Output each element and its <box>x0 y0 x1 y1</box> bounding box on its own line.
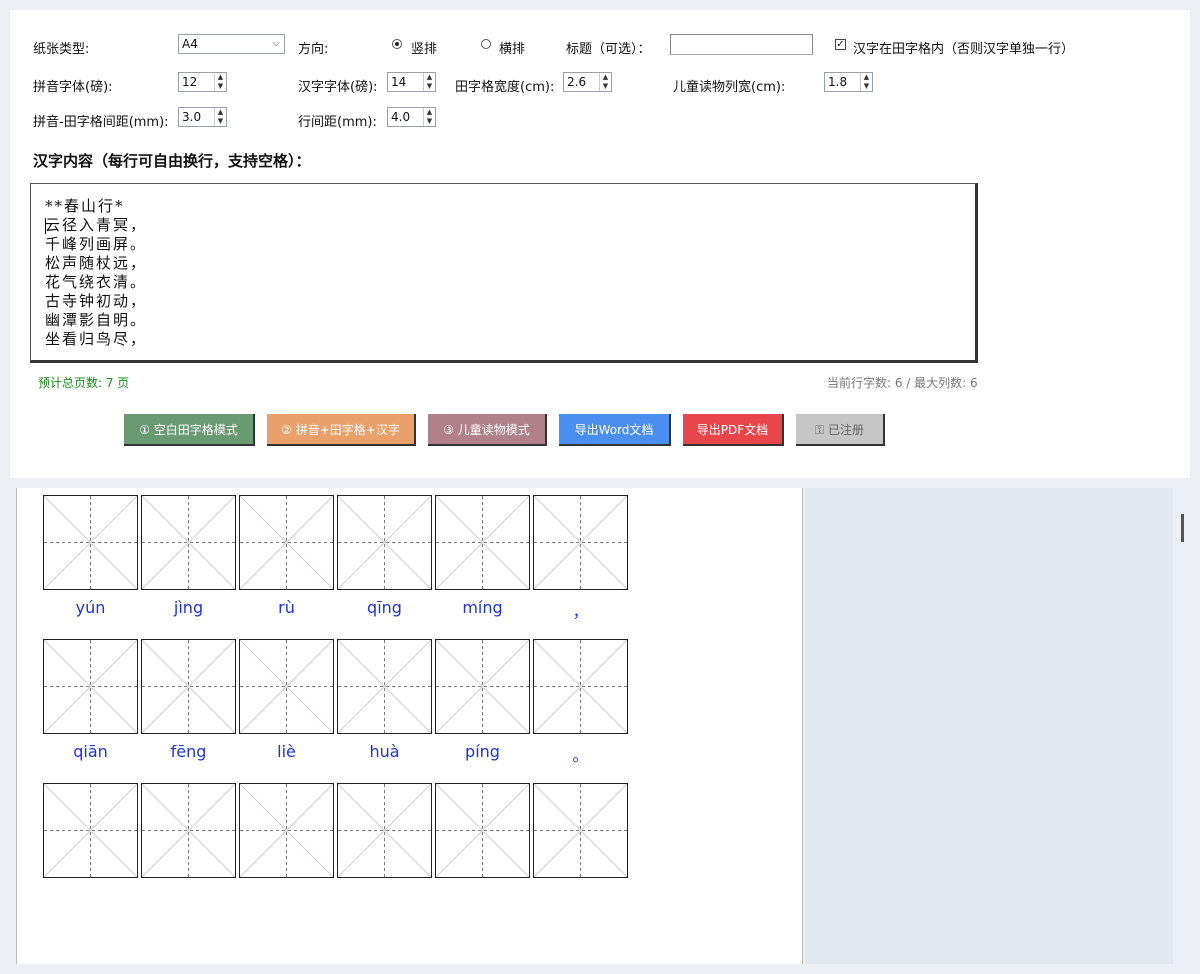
tianzige-cell <box>141 639 236 734</box>
button-label: ③ 儿童读物模式 <box>443 423 530 437</box>
export-pdf-button[interactable]: 导出PDF文档 <box>683 414 784 446</box>
pinyin-label: jìng <box>173 598 204 617</box>
editor-line: 云径入青冥， <box>45 216 148 234</box>
line-spacing-label: 行间距(mm): <box>298 115 377 130</box>
child-col-label: 儿童读物列宽(cm): <box>673 80 786 95</box>
content-textarea[interactable]: **春山行* 云径入青冥， 千峰列画屏。 松声随杖远， 花气绕衣清。 古寺钟初动， 幽潭影自… <box>30 183 978 363</box>
editor-line: 千峰列画屏。 <box>45 235 148 253</box>
editor-line: 坐看归鸟尽， <box>45 330 148 348</box>
tianzige-cell <box>533 783 628 878</box>
pinyin-label: qiān <box>73 742 108 761</box>
direction-horizontal-label: 横排 <box>499 42 526 57</box>
tianzige-cell <box>141 783 236 878</box>
editor-line: 花气绕衣清。 <box>45 273 148 291</box>
row-info: 当前行字数: 6 / 最大列数: 6 <box>827 376 978 390</box>
hanzi-font-value: 14 <box>391 75 407 89</box>
children-reader-mode-button[interactable]: ③ 儿童读物模式 <box>428 414 547 446</box>
tianzige-cell <box>533 639 628 734</box>
tianzige-cell <box>337 639 432 734</box>
preview-sidebar <box>805 488 1173 964</box>
spin-arrows-icon[interactable]: ▲ ▼ <box>423 108 435 126</box>
registered-button[interactable]: ⚿ 已注册 <box>796 414 885 446</box>
pinyin-font-value: 12 <box>182 75 198 89</box>
pinyin-grid-mode-button[interactable]: ② 拼音+田字格+汉字 <box>267 414 416 446</box>
pinyin-font-stepper[interactable]: 12 ▲ ▼ <box>178 72 227 92</box>
editor-line: 幽潭影自明。 <box>45 311 148 329</box>
grid-width-value: 2.6 <box>567 75 587 89</box>
tianzige-cell <box>239 783 334 878</box>
button-label: ② 拼音+田字格+汉字 <box>281 423 400 437</box>
title-input[interactable] <box>670 34 813 55</box>
spin-arrows-icon[interactable]: ▲ ▼ <box>214 73 226 91</box>
editor-line: 松声随杖远， <box>45 254 148 272</box>
chevron-down-icon: ⌵ <box>272 38 280 49</box>
line-spacing-stepper[interactable]: 4.0 ▲ ▼ <box>387 107 436 127</box>
spacing-label: 拼音-田字格间距(mm): <box>33 115 169 130</box>
tianzige-cell <box>435 639 530 734</box>
tianzige-cell <box>533 495 628 590</box>
direction-horizontal-radio[interactable] <box>481 39 491 49</box>
button-label: ① 空白田字格模式 <box>139 423 238 437</box>
child-col-stepper[interactable]: 1.8 ▲ ▼ <box>824 72 873 92</box>
tianzige-cell <box>337 495 432 590</box>
pinyin-label: fēng <box>170 742 207 761</box>
tianzige-cell <box>337 783 432 878</box>
button-label: 已注册 <box>827 423 864 437</box>
spin-arrows-icon[interactable]: ▲ ▼ <box>860 73 872 91</box>
pinyin-label: 。 <box>572 746 589 765</box>
title-label: 标题（可选）： <box>566 42 651 57</box>
child-col-value: 1.8 <box>828 75 848 89</box>
page-estimate: 预计总页数: 7 页 <box>38 376 130 390</box>
tianzige-cell <box>435 783 530 878</box>
pinyin-label: ， <box>572 602 589 621</box>
spacing-stepper[interactable]: 3.0 ▲ ▼ <box>178 107 227 127</box>
tianzige-cell <box>435 495 530 590</box>
direction-label: 方向: <box>298 42 329 57</box>
grid-width-stepper[interactable]: 2.6 ▲ ▼ <box>563 72 612 92</box>
tianzige-cell <box>141 495 236 590</box>
export-word-button[interactable]: 导出Word文档 <box>559 414 671 446</box>
spin-arrows-icon[interactable]: ▲ ▼ <box>214 108 226 126</box>
direction-vertical-radio[interactable] <box>392 39 402 49</box>
direction-vertical-label: 竖排 <box>411 42 438 57</box>
pinyin-label: píng <box>465 742 500 761</box>
scrollbar-thumb[interactable] <box>1181 514 1184 542</box>
pinyin-label: huà <box>369 742 400 761</box>
line-spacing-value: 4.0 <box>391 110 411 124</box>
button-label: 导出PDF文档 <box>696 423 769 437</box>
tianzige-cell <box>43 495 138 590</box>
spin-arrows-icon[interactable]: ▲ ▼ <box>423 73 435 91</box>
tianzige-cell <box>239 639 334 734</box>
pinyin-label: qīng <box>367 598 402 617</box>
pinyin-font-label: 拼音字体(磅): <box>33 80 113 95</box>
tianzige-cell <box>43 783 138 878</box>
paper-type-select[interactable]: A4 ⌵ <box>178 34 285 54</box>
tianzige-cell <box>43 639 138 734</box>
content-heading: 汉字内容（每行可自由换行，支持空格）： <box>33 152 311 170</box>
hanzi-font-label: 汉字字体(磅): <box>298 80 378 95</box>
paper-type-value: A4 <box>182 37 198 51</box>
spin-arrows-icon[interactable]: ▲ ▼ <box>599 73 611 91</box>
blank-grid-mode-button[interactable]: ① 空白田字格模式 <box>124 414 255 446</box>
hanzi-font-stepper[interactable]: 14 ▲ ▼ <box>387 72 436 92</box>
pinyin-label: míng <box>462 598 503 617</box>
grid-width-label: 田字格宽度(cm): <box>455 80 555 95</box>
editor-line: **春山行* <box>45 197 125 215</box>
editor-line: 古寺钟初动， <box>45 292 148 310</box>
spacing-value: 3.0 <box>182 110 202 124</box>
key-icon: ⚿ <box>815 423 825 437</box>
paper-type-label: 纸张类型: <box>33 42 90 57</box>
pinyin-label: rù <box>278 598 295 617</box>
hanzi-in-grid-checkbox[interactable]: ✓ <box>835 39 846 50</box>
tianzige-cell <box>239 495 334 590</box>
pinyin-label: liè <box>277 742 296 761</box>
pinyin-label: yún <box>75 598 106 617</box>
hanzi-in-grid-label: 汉字在田字格内（否则汉字单独一行） <box>853 42 1075 57</box>
button-label: 导出Word文档 <box>574 423 654 437</box>
